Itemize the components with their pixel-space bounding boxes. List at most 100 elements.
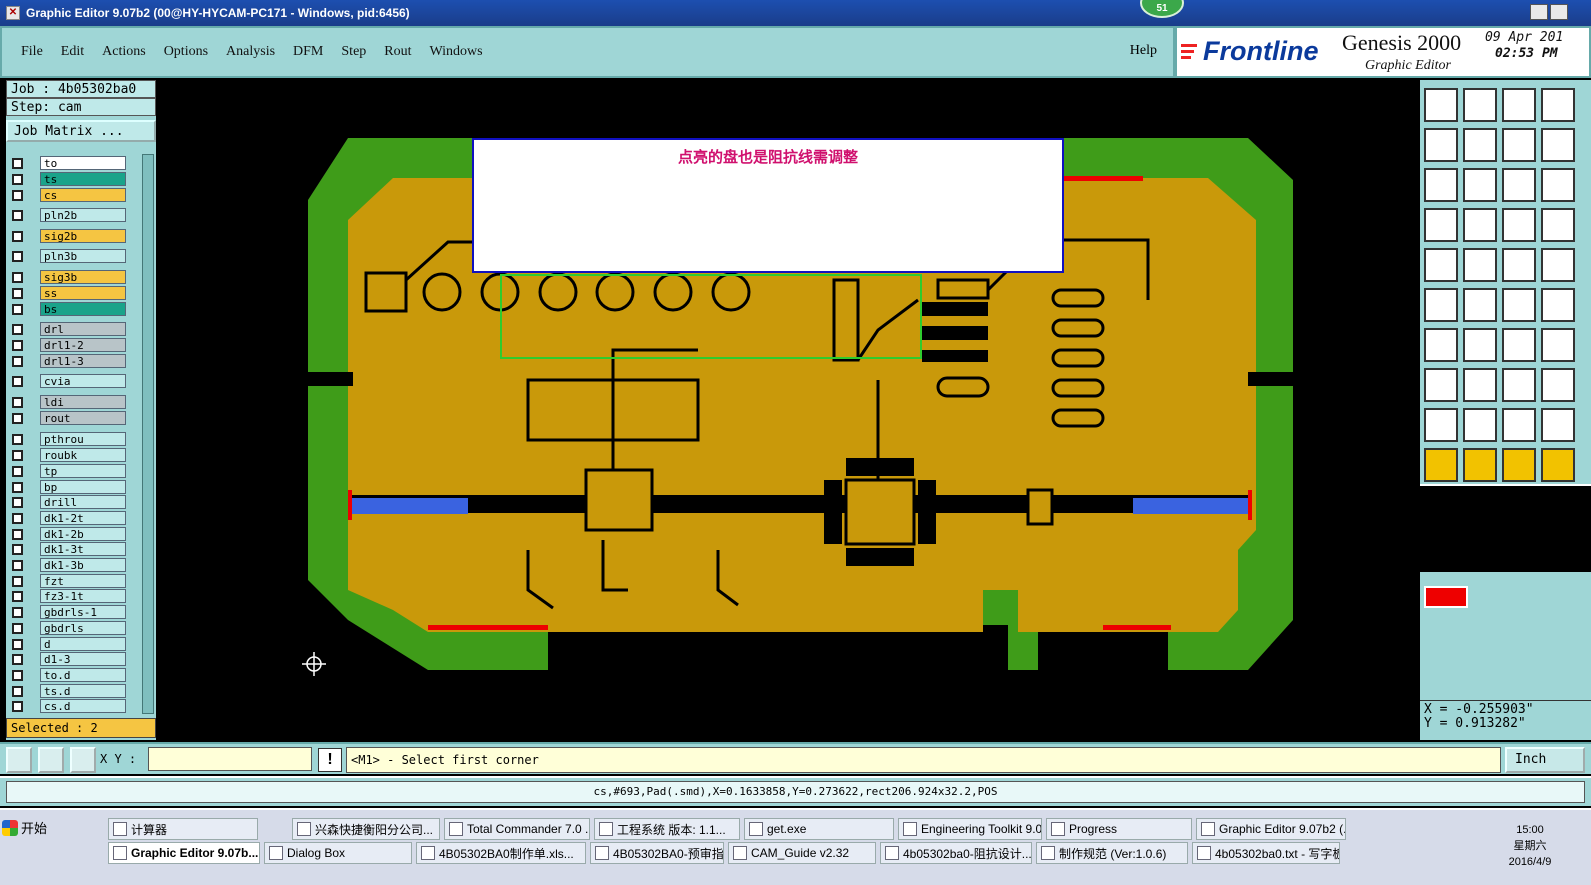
layer-row[interactable]: d <box>10 637 128 651</box>
layer-name[interactable]: pln2b <box>40 208 126 222</box>
pointer-alt-icon[interactable] <box>1463 448 1497 482</box>
layer-name[interactable]: d1-3 <box>40 652 126 666</box>
layer-checkbox[interactable] <box>12 685 23 697</box>
taskbar-button[interactable]: 4B05302BA0-预审指示... <box>590 842 724 864</box>
layer-row[interactable]: sig2b <box>10 229 128 243</box>
help-icon[interactable] <box>1541 128 1575 162</box>
layer-name[interactable]: bp <box>40 480 126 494</box>
layer-name[interactable]: gbdrls-1 <box>40 605 126 619</box>
taskbar-button[interactable]: 计算器 <box>108 818 258 840</box>
layer-name[interactable]: bs <box>40 302 126 316</box>
home-icon[interactable] <box>1502 88 1536 122</box>
layer-checkbox[interactable] <box>12 575 23 587</box>
export-icon[interactable] <box>1463 128 1497 162</box>
layer-name[interactable]: ss <box>40 286 126 300</box>
layer-row[interactable]: tp <box>10 464 128 478</box>
taskbar-button[interactable]: CAM_Guide v2.32 <box>728 842 876 864</box>
layer-name[interactable]: cs <box>40 188 126 202</box>
taskbar-button[interactable]: Engineering Toolkit 9.0... <box>898 818 1042 840</box>
layer-name[interactable]: gbdrls <box>40 621 126 635</box>
minimize-button[interactable] <box>1530 4 1548 20</box>
copy-icon[interactable] <box>1541 288 1575 322</box>
triangle-alt-icon[interactable] <box>1463 408 1497 442</box>
layer-row[interactable]: sig3b <box>10 270 128 284</box>
layer-checkbox[interactable] <box>12 323 23 335</box>
layer-checkbox[interactable] <box>12 396 23 408</box>
grid-icon[interactable] <box>70 747 96 773</box>
taskbar-button[interactable]: 4b05302ba0-阻抗设计... <box>880 842 1032 864</box>
menu-file[interactable]: File <box>18 42 46 62</box>
unit-selector[interactable]: Inch <box>1505 747 1585 773</box>
layer-row[interactable]: ldi <box>10 395 128 409</box>
layer-checkbox[interactable] <box>12 339 23 351</box>
layer-checkbox[interactable] <box>12 512 23 524</box>
edit-icon[interactable] <box>1463 248 1497 282</box>
layer-row[interactable]: bs <box>10 302 128 316</box>
layer-name[interactable]: drl1-3 <box>40 354 126 368</box>
layer-name[interactable]: ldi <box>40 395 126 409</box>
menu-windows[interactable]: Windows <box>427 42 486 62</box>
layer-name[interactable]: dk1-3t <box>40 542 126 556</box>
dot-icon[interactable] <box>1541 248 1575 282</box>
layer-checkbox[interactable] <box>12 375 23 387</box>
layer-name[interactable]: tp <box>40 464 126 478</box>
maximize-button[interactable] <box>1550 4 1568 20</box>
window-icon[interactable] <box>1541 88 1575 122</box>
layer-name[interactable]: ts <box>40 172 126 186</box>
menu-step[interactable]: Step <box>338 42 369 62</box>
layer-name[interactable]: sig3b <box>40 270 126 284</box>
save-icon[interactable] <box>1463 88 1497 122</box>
line-icon[interactable] <box>1463 328 1497 362</box>
layer-checkbox[interactable] <box>12 465 23 477</box>
menu-options[interactable]: Options <box>161 42 211 62</box>
layer-row[interactable]: fz3-1t <box>10 589 128 603</box>
graphic-canvas[interactable]: 点亮的盘也是阻抗线需调整 <box>158 80 1420 740</box>
layer-checkbox[interactable] <box>12 209 23 221</box>
angle-icon[interactable] <box>1424 328 1458 362</box>
layer-name[interactable]: drl1-2 <box>40 338 126 352</box>
layer-row[interactable]: drl1-3 <box>10 354 128 368</box>
layer-row[interactable]: ss <box>10 286 128 300</box>
layer-name[interactable]: cs.d <box>40 699 126 713</box>
layer-row[interactable]: to.d <box>10 668 128 682</box>
resize-icon[interactable] <box>1502 368 1536 402</box>
layer-name[interactable]: pln3b <box>40 249 126 263</box>
layer-row[interactable]: roubk <box>10 448 128 462</box>
layer-checkbox[interactable] <box>12 559 23 571</box>
shape-icon[interactable] <box>1502 408 1536 442</box>
layer-checkbox[interactable] <box>12 449 23 461</box>
layer-checkbox[interactable] <box>12 528 23 540</box>
measure-icon[interactable] <box>38 747 64 773</box>
menu-analysis[interactable]: Analysis <box>223 42 278 62</box>
layer-checkbox[interactable] <box>12 653 23 665</box>
layer-row[interactable]: fzt <box>10 574 128 588</box>
layer-checkbox[interactable] <box>12 700 23 712</box>
taskbar-button[interactable]: Graphic Editor 9.07b... <box>108 842 260 864</box>
taskbar-button[interactable]: Progress <box>1046 818 1192 840</box>
layer-checkbox[interactable] <box>12 590 23 602</box>
layer-name[interactable]: cvia <box>40 374 126 388</box>
layer-checkbox[interactable] <box>12 496 23 508</box>
layer-name[interactable]: to <box>40 156 126 170</box>
layer-name[interactable]: roubk <box>40 448 126 462</box>
text-icon[interactable] <box>1541 328 1575 362</box>
layer-checkbox[interactable] <box>12 622 23 634</box>
layer-row[interactable]: d1-3 <box>10 652 128 666</box>
layer-row[interactable]: drl <box>10 322 128 336</box>
layer-name[interactable]: rout <box>40 411 126 425</box>
taskbar-button[interactable]: Dialog Box <box>264 842 412 864</box>
menu-actions[interactable]: Actions <box>99 42 149 62</box>
taskbar-button[interactable]: 工程系统 版本: 1.1... <box>594 818 740 840</box>
layer-row[interactable]: bp <box>10 480 128 494</box>
layer-checkbox[interactable] <box>12 543 23 555</box>
pad-icon[interactable] <box>1424 248 1458 282</box>
move-icon[interactable] <box>1502 288 1536 322</box>
center-icon[interactable] <box>1463 168 1497 202</box>
layer-name[interactable]: fzt <box>40 574 126 588</box>
open-icon[interactable] <box>1424 88 1458 122</box>
layer-checkbox[interactable] <box>12 433 23 445</box>
layer-row[interactable]: drl1-2 <box>10 338 128 352</box>
layer-name[interactable]: pthrou <box>40 432 126 446</box>
layer-row[interactable]: gbdrls <box>10 621 128 635</box>
menu-edit[interactable]: Edit <box>58 42 87 62</box>
